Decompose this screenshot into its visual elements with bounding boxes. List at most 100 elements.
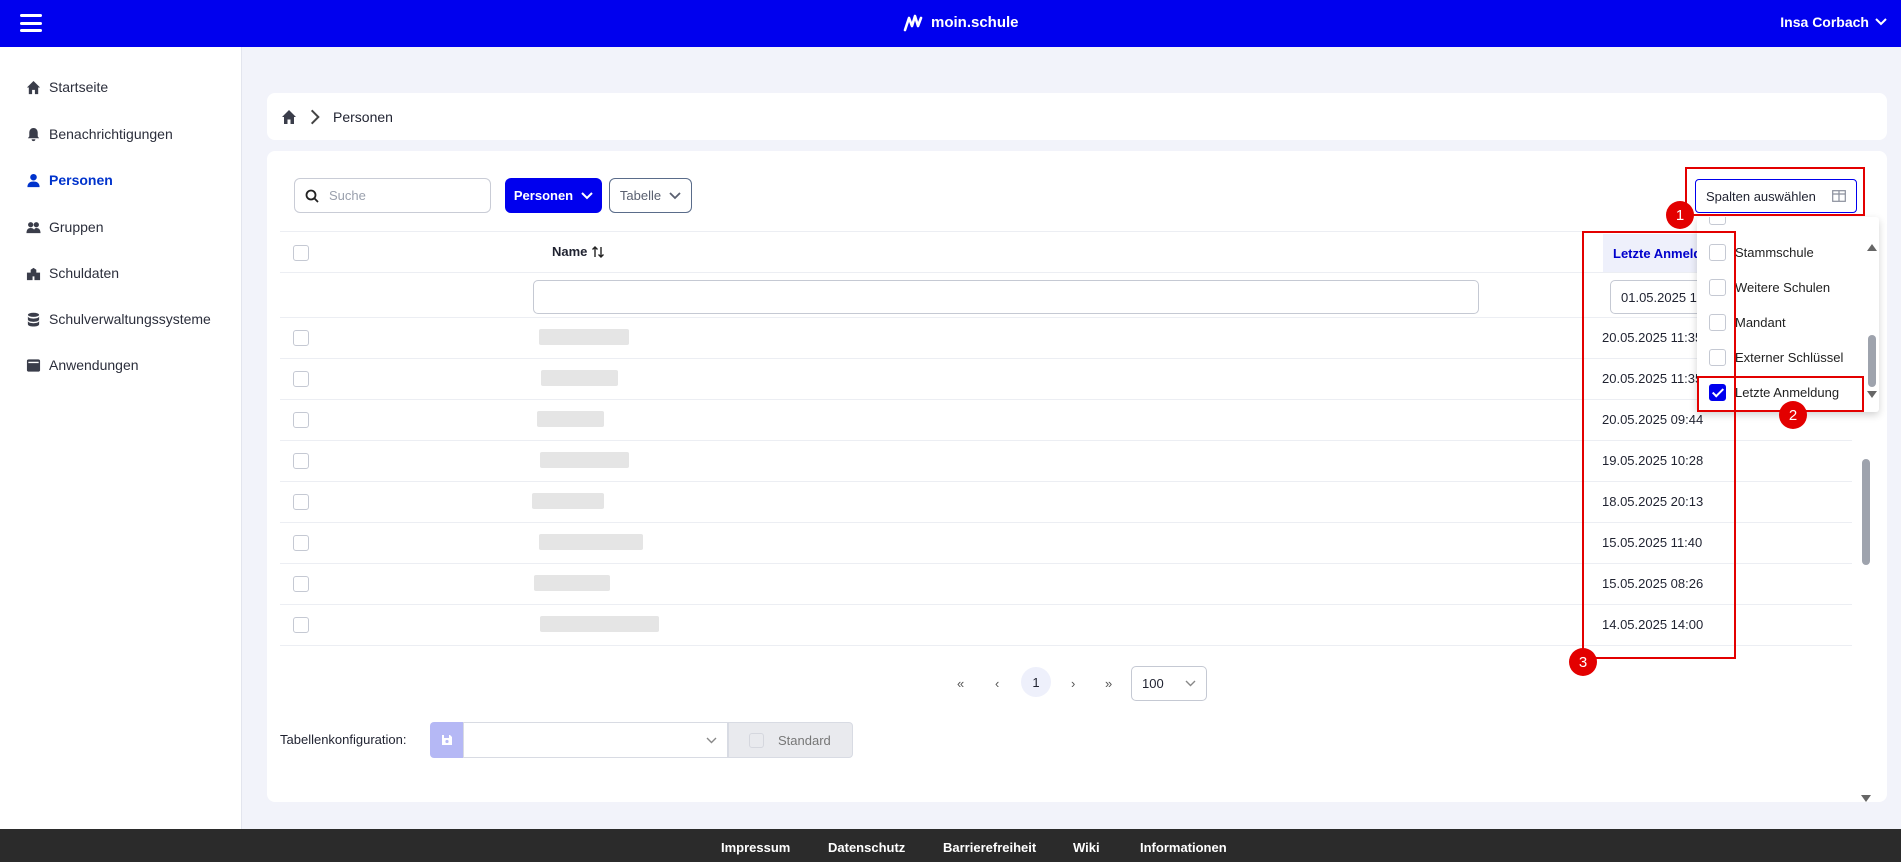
sidebar-item-label: Anwendungen [49, 357, 139, 373]
table-config-label: Tabellenkonfiguration: [280, 732, 407, 747]
sidebar-item-gruppen[interactable]: Gruppen [26, 219, 103, 235]
sidebar-item-personen[interactable]: Personen [26, 172, 113, 188]
logo-mark-icon [903, 14, 923, 32]
tabelle-dropdown-button[interactable]: Tabelle [609, 178, 692, 213]
row-checkbox[interactable] [293, 494, 309, 510]
footer-link-wiki[interactable]: Wiki [1073, 840, 1100, 855]
footer-link-impressum[interactable]: Impressum [721, 840, 790, 855]
search-field[interactable] [294, 178, 491, 213]
name-cell-redacted [540, 616, 659, 632]
app-icon [26, 358, 41, 372]
column-option-label: Weitere Schulen [1735, 280, 1831, 295]
annotation-marker-1: 1 [1666, 201, 1694, 229]
sidebar-item-label: Personen [49, 172, 113, 188]
row-checkbox[interactable] [293, 617, 309, 633]
sidebar-item-startseite[interactable]: Startseite [26, 79, 108, 95]
scroll-down-icon[interactable] [1867, 391, 1877, 399]
column-header-name-label: Name [552, 244, 588, 259]
search-input[interactable] [329, 188, 469, 203]
current-page-button[interactable]: 1 [1021, 667, 1051, 697]
user-name: Insa Corbach [1780, 14, 1869, 30]
annotation-box-3 [1582, 231, 1736, 659]
name-cell-redacted [539, 534, 643, 550]
sidebar-item-anwendungen[interactable]: Anwendungen [26, 357, 139, 373]
tabelle-label: Tabelle [619, 188, 662, 203]
annotation-marker-2: 2 [1779, 401, 1807, 429]
footer: Impressum Datenschutz Barrierefreiheit W… [0, 829, 1901, 862]
table-config-select[interactable] [463, 722, 728, 758]
save-icon [441, 735, 452, 745]
search-icon [305, 189, 319, 203]
sidebar-item-schuldaten[interactable]: Schuldaten [26, 265, 119, 281]
name-cell-redacted [539, 329, 629, 345]
row-checkbox[interactable] [293, 330, 309, 346]
bell-icon [27, 127, 40, 141]
breadcrumb-current: Personen [333, 108, 393, 125]
personen-label: Personen [513, 188, 574, 203]
column-menu-scrollbar-thumb[interactable] [1868, 335, 1876, 387]
column-header-name[interactable]: Name [552, 244, 605, 259]
annotation-marker-3: 3 [1569, 648, 1597, 676]
home-icon[interactable] [281, 109, 297, 125]
footer-link-barrierefreiheit[interactable]: Barrierefreiheit [943, 840, 1036, 855]
last-page-button[interactable]: » [1105, 676, 1112, 691]
column-option-label: Mandant [1735, 315, 1786, 330]
name-filter-input[interactable] [533, 280, 1479, 314]
home-icon [26, 80, 41, 94]
sidebar-item-label: Benachrichtigungen [49, 126, 173, 142]
person-icon [27, 173, 40, 187]
group-icon [26, 221, 41, 233]
sidebar-item-label: Startseite [49, 79, 109, 95]
name-cell-redacted [540, 452, 629, 468]
row-checkbox[interactable] [293, 371, 309, 387]
standard-toggle[interactable]: Standard [728, 722, 853, 758]
top-bar: moin.schule Insa Corbach [0, 0, 1901, 47]
column-option-label: Externer Schlüssel [1735, 350, 1844, 365]
database-icon [27, 312, 40, 327]
row-checkbox[interactable] [293, 412, 309, 428]
personen-dropdown-button[interactable]: Personen [505, 178, 602, 213]
logo-text: moin.schule [931, 13, 1019, 31]
sidebar-item-schulverwaltungssysteme[interactable]: Schulverwaltungssysteme [26, 311, 211, 327]
chevron-down-icon [581, 191, 593, 199]
name-cell-redacted [534, 575, 610, 591]
school-icon [26, 267, 41, 280]
chevron-down-icon [706, 737, 717, 743]
user-menu[interactable]: Insa Corbach [1780, 14, 1887, 30]
sidebar-item-benachrichtigungen[interactable]: Benachrichtigungen [26, 126, 173, 142]
standard-label: Standard [778, 732, 831, 748]
footer-link-informationen[interactable]: Informationen [1140, 840, 1227, 855]
menu-icon[interactable] [20, 14, 42, 32]
annotation-box-1 [1685, 167, 1865, 216]
page-size-value: 100 [1142, 676, 1164, 691]
table-scrollbar-thumb[interactable] [1862, 459, 1870, 565]
row-checkbox[interactable] [293, 535, 309, 551]
column-option-checkbox[interactable] [1709, 217, 1726, 225]
name-cell-redacted [537, 411, 604, 427]
select-all-checkbox[interactable] [293, 245, 309, 261]
name-cell-redacted [532, 493, 604, 509]
row-checkbox[interactable] [293, 576, 309, 592]
page-size-select[interactable]: 100 [1131, 666, 1207, 701]
sort-icon[interactable] [591, 245, 605, 259]
footer-link-datenschutz[interactable]: Datenschutz [828, 840, 905, 855]
scroll-down-icon[interactable] [1861, 795, 1871, 803]
logo[interactable]: moin.schule [903, 12, 1019, 32]
prev-page-button[interactable]: ‹ [995, 676, 999, 691]
scroll-up-icon[interactable] [1867, 243, 1877, 251]
chevron-down-icon [1875, 18, 1887, 26]
chevron-down-icon [669, 191, 681, 199]
pagination: « ‹ 1 › » 100 [267, 666, 1887, 703]
table-scrollbar[interactable] [1861, 385, 1871, 805]
standard-checkbox[interactable] [749, 732, 764, 748]
sidebar: Startseite Benachrichtigungen Personen G… [0, 47, 242, 829]
row-checkbox[interactable] [293, 453, 309, 469]
first-page-button[interactable]: « [957, 676, 964, 691]
sidebar-item-label: Schulverwaltungssysteme [49, 311, 211, 327]
chevron-right-icon [310, 109, 320, 124]
sidebar-item-label: Schuldaten [49, 265, 120, 281]
save-config-button[interactable] [430, 722, 463, 758]
chevron-down-icon [1185, 680, 1196, 687]
column-menu-scrollbar[interactable] [1867, 244, 1877, 398]
next-page-button[interactable]: › [1071, 676, 1075, 691]
